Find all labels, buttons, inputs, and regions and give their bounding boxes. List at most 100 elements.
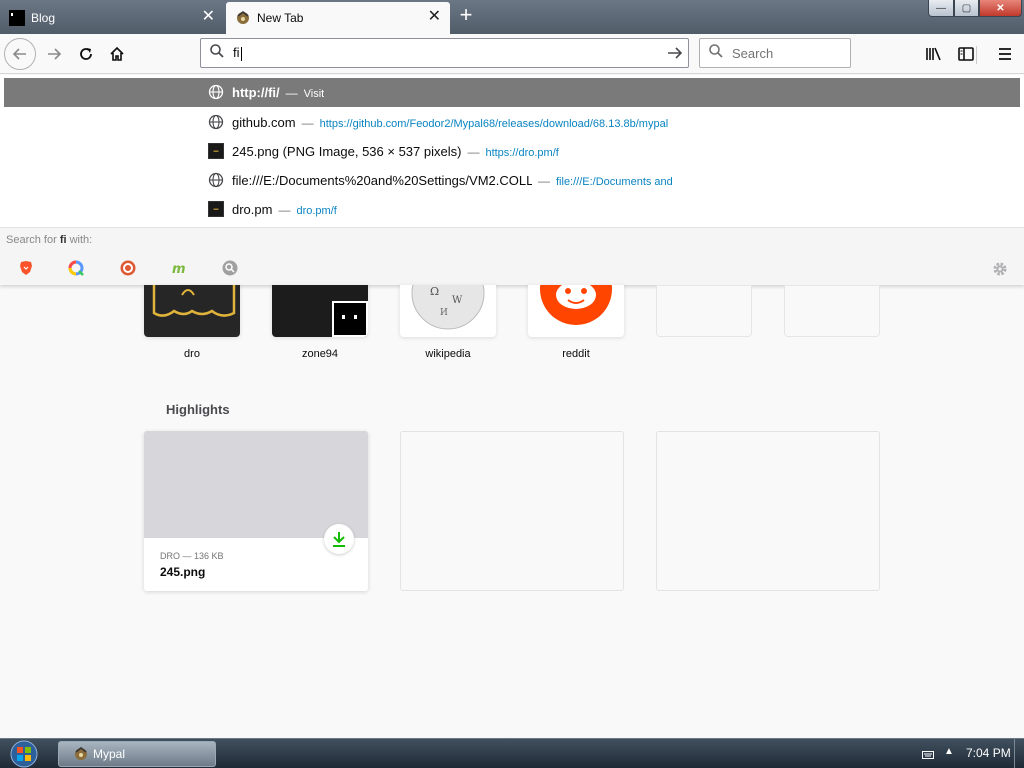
- arrow-left-icon: [12, 48, 26, 60]
- autocomplete-title: dro.pm: [232, 201, 273, 217]
- autocomplete-separator: —: [278, 202, 291, 217]
- brave-icon[interactable]: [18, 260, 34, 276]
- urlbar-autocomplete-popup: http://fi/ — Visit github.com — https://…: [0, 75, 1024, 285]
- autocomplete-title: file:///E:/Documents%20and%20Settings/VM…: [232, 172, 532, 188]
- image-thumb-icon: ▬: [208, 201, 224, 217]
- top-site-label: reddit: [562, 348, 590, 360]
- one-off-search-engines: Search for fi with: m: [0, 227, 1024, 285]
- home-button[interactable]: [101, 38, 133, 70]
- highlight-card[interactable]: DRO — 136 KB 245.png: [144, 431, 368, 591]
- wikipedia-globe-icon: Ω WИ: [411, 285, 485, 330]
- top-site-label: zone94: [301, 348, 339, 360]
- url-bar[interactable]: fi: [200, 38, 689, 68]
- search-bar[interactable]: Search: [699, 38, 851, 68]
- autocomplete-url: dro.pm/f: [296, 204, 337, 217]
- autocomplete-row[interactable]: file:///E:/Documents%20and%20Settings/VM…: [4, 166, 1020, 194]
- empty-tile: [656, 285, 752, 337]
- highlight-card-empty: [656, 431, 880, 591]
- arrow-right-icon: [48, 48, 62, 60]
- minimize-button[interactable]: —: [928, 0, 954, 17]
- autocomplete-action: Visit: [303, 88, 325, 100]
- show-desktop-button[interactable]: [1014, 739, 1024, 768]
- mypal-favicon-icon: [235, 10, 251, 26]
- autocomplete-separator: —: [285, 86, 298, 100]
- highlight-preview: [144, 431, 368, 538]
- windows-logo-icon: [10, 740, 38, 768]
- taskbar-app-label: Mypal: [93, 747, 126, 761]
- keyboard-tray-icon[interactable]: [922, 748, 934, 760]
- download-icon: [333, 532, 345, 547]
- library-button[interactable]: [918, 38, 950, 70]
- highlight-name: 245.png: [160, 565, 206, 579]
- reload-button[interactable]: [70, 38, 102, 70]
- tab-new-tab[interactable]: New Tab ✕: [226, 2, 450, 34]
- close-tab-icon[interactable]: ✕: [428, 9, 441, 25]
- back-button[interactable]: [4, 38, 36, 70]
- autocomplete-title: http://fi/: [232, 85, 280, 100]
- autocomplete-title: github.com: [232, 114, 296, 130]
- search-placeholder: Search: [732, 45, 774, 61]
- reload-icon: [80, 48, 92, 60]
- taskbar-app-mypal[interactable]: Mypal: [58, 741, 216, 767]
- close-tab-icon[interactable]: ✕: [202, 9, 215, 25]
- zone94-thumbnail: [272, 285, 368, 337]
- start-button[interactable]: [6, 740, 42, 768]
- sidebars-button[interactable]: [950, 38, 982, 70]
- mypal-app-icon: [73, 746, 89, 762]
- taskbar: Mypal ▲ 7:04 PM: [0, 738, 1024, 768]
- highlights-heading[interactable]: Highlights: [166, 402, 230, 417]
- close-window-button[interactable]: ✕: [979, 0, 1022, 17]
- svg-text:m: m: [172, 262, 186, 276]
- sidebar-icon: [958, 47, 974, 61]
- url-input[interactable]: fi: [233, 45, 242, 61]
- search-icon: [209, 43, 225, 64]
- autocomplete-title: 245.png (PNG Image, 536 × 537 pixels): [232, 143, 462, 159]
- autocomplete-url: file:///E:/Documents and: [556, 175, 673, 188]
- autocomplete-row[interactable]: http://fi/ — Visit: [4, 78, 1020, 107]
- top-site-tile-empty: [784, 285, 880, 337]
- go-button[interactable]: [666, 45, 684, 66]
- open-menu-button[interactable]: [989, 38, 1021, 70]
- tab-title: Blog: [31, 11, 56, 25]
- autocomplete-row[interactable]: github.com — https://github.com/Feodor2/…: [4, 108, 1020, 136]
- top-site-tile[interactable]: zone94: [272, 285, 368, 360]
- globe-icon: [208, 172, 224, 188]
- reddit-thumbnail: [528, 285, 624, 337]
- new-tab-button[interactable]: +: [456, 4, 476, 26]
- globe-icon: [208, 84, 224, 100]
- taskbar-clock[interactable]: 7:04 PM: [966, 746, 1011, 760]
- wikipedia-thumbnail: Ω WИ: [400, 285, 496, 337]
- home-icon: [110, 46, 124, 61]
- top-site-label: dro: [184, 348, 200, 360]
- download-badge: [324, 524, 354, 554]
- search-icon: [708, 43, 724, 64]
- top-site-tile[interactable]: reddit: [528, 285, 624, 360]
- maximize-button[interactable]: ▢: [954, 0, 979, 17]
- window-controls: — ▢ ✕: [928, 0, 1022, 17]
- blog-favicon-icon: [9, 10, 25, 26]
- dro-thumbnail: [144, 285, 240, 337]
- svg-text:И: И: [440, 308, 448, 318]
- autocomplete-url: https://github.com/Feodor2/Mypal68/relea…: [319, 117, 669, 130]
- duckduckgo-icon[interactable]: [120, 260, 136, 276]
- svg-text:Ω: Ω: [430, 285, 439, 298]
- mojeek-icon[interactable]: m: [171, 260, 187, 277]
- autocomplete-row[interactable]: ▬ 245.png (PNG Image, 536 × 537 pixels) …: [4, 137, 1020, 165]
- go-arrow-icon: [668, 47, 683, 59]
- autocomplete-row[interactable]: ▬ dro.pm — dro.pm/f: [4, 195, 1020, 223]
- top-site-tile[interactable]: Ω WИ wikipedia: [400, 285, 496, 360]
- forward-button[interactable]: [38, 38, 70, 70]
- hamburger-menu-icon: [999, 48, 1011, 60]
- tray-expand-icon[interactable]: ▲: [944, 746, 954, 757]
- search-engine-icon[interactable]: [222, 260, 238, 276]
- image-thumb-icon: ▬: [208, 143, 224, 159]
- library-icon: [926, 47, 941, 61]
- tab-blog[interactable]: Blog ✕: [0, 2, 224, 34]
- zone94-logo-icon: [332, 301, 368, 337]
- search-settings-gear-icon[interactable]: [992, 261, 1008, 282]
- top-site-tile-empty: [656, 285, 752, 337]
- top-site-tile[interactable]: dro: [144, 285, 240, 360]
- svg-text:W: W: [452, 295, 463, 306]
- tab-title: New Tab: [257, 11, 304, 25]
- qwant-icon[interactable]: [68, 260, 84, 276]
